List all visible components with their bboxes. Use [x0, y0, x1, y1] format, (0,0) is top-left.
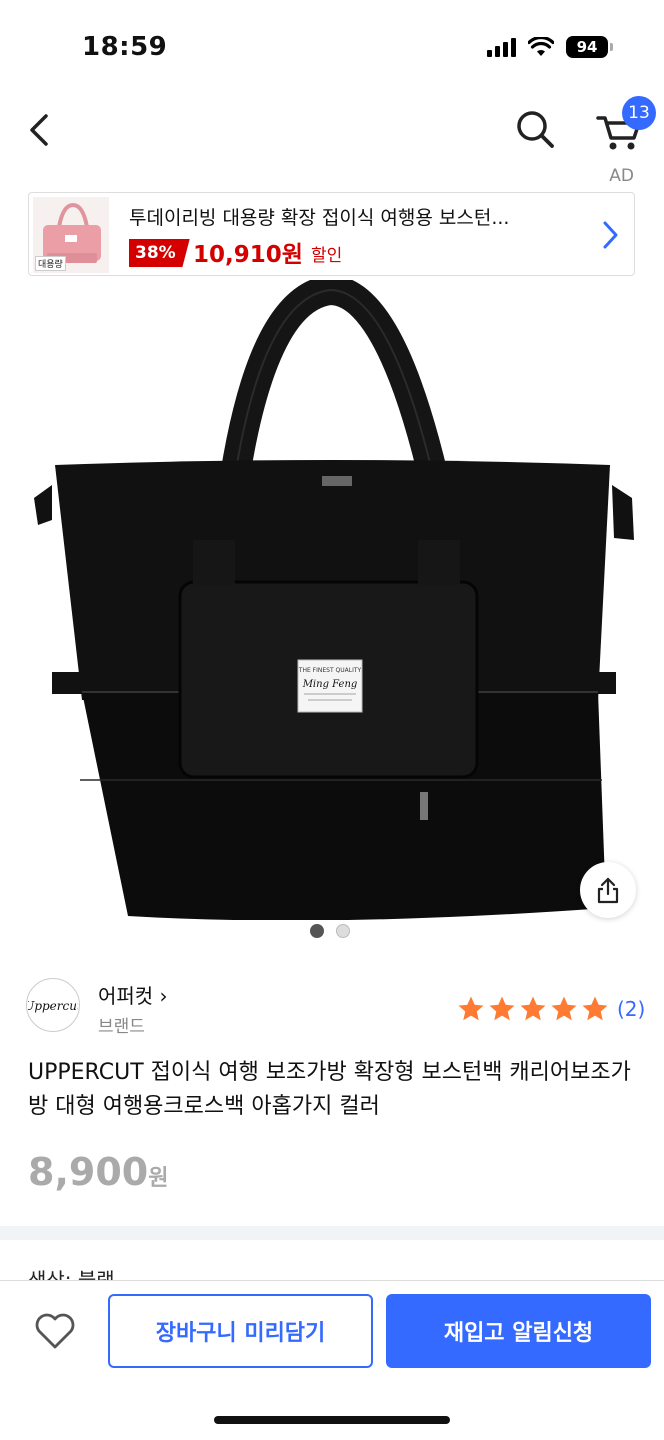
ad-label: AD [609, 166, 634, 186]
cellular-signal-icon [487, 37, 516, 57]
patch-line1-text: THE FINEST QUALITY [298, 667, 362, 674]
brand-name-link[interactable]: 어퍼컷 › [98, 980, 168, 1009]
star-icon [520, 996, 546, 1021]
logo-wordmark: Uppercut [28, 999, 78, 1013]
brand-label: 브랜드 [98, 1017, 145, 1037]
ad-discount-badge: 38% [129, 239, 190, 267]
ad-thumb-tag: 대용량 [35, 256, 66, 271]
ad-thumbnail: 대용량 [33, 197, 109, 273]
pagination-dot[interactable] [336, 924, 350, 938]
chevron-right-icon [603, 221, 618, 249]
rating[interactable]: (2) [456, 994, 645, 1024]
status-time: 18:59 [82, 32, 168, 62]
wifi-icon [528, 37, 554, 56]
add-to-cart-button[interactable]: 장바구니 미리담기 [108, 1294, 373, 1368]
ad-sale-label: 할인 [311, 246, 343, 266]
heart-icon [35, 1313, 75, 1349]
gallery-pagination [310, 924, 350, 938]
top-nav [0, 96, 664, 166]
patch-brand-text: Ming Feng [302, 679, 358, 690]
share-icon [597, 877, 619, 904]
ad-banner[interactable]: 대용량 투데이리빙 대용량 확장 접이식 여행용 보스턴... 38% 10,9… [28, 192, 635, 276]
product-title: UPPERCUT 접이식 여행 보조가방 확장형 보스턴백 캐리어보조가방 대형… [28, 1060, 631, 1119]
pagination-dot-active[interactable] [310, 924, 324, 938]
battery-icon: 94 [566, 36, 613, 58]
battery-level: 94 [576, 38, 598, 56]
cart-count-badge: 13 [622, 96, 656, 130]
search-icon [517, 111, 554, 148]
section-divider [0, 1226, 664, 1240]
wishlist-button[interactable] [30, 1306, 80, 1356]
status-bar: 18:59 94 [0, 0, 664, 96]
home-indicator [214, 1416, 450, 1424]
price-number: 8,900 [28, 1150, 149, 1194]
price: 8,900원 [28, 1150, 168, 1194]
status-icons: 94 [487, 36, 613, 58]
back-button[interactable] [22, 108, 62, 152]
search-button[interactable] [512, 106, 560, 154]
restock-alert-button[interactable]: 재입고 알림신청 [386, 1294, 651, 1368]
star-icon [489, 996, 515, 1021]
share-button[interactable] [580, 862, 636, 918]
uppercut-logo-image: Uppercut [28, 999, 78, 1013]
ad-title: 투데이리빙 대용량 확장 접이식 여행용 보스턴... [129, 207, 510, 229]
chevron-left-icon [30, 114, 48, 146]
price-unit: 원 [148, 1166, 169, 1191]
review-count[interactable]: (2) [617, 997, 645, 1021]
star-icon [551, 996, 577, 1021]
star-icon [582, 996, 608, 1021]
product-image[interactable]: THE FINEST QUALITY Ming Feng [0, 280, 664, 920]
option-text-partial: 색상: 블랙 [28, 1268, 115, 1280]
brand-logo[interactable]: Uppercut [26, 978, 80, 1032]
ad-price: 10,910원 [193, 242, 303, 268]
star-icon [458, 996, 484, 1021]
